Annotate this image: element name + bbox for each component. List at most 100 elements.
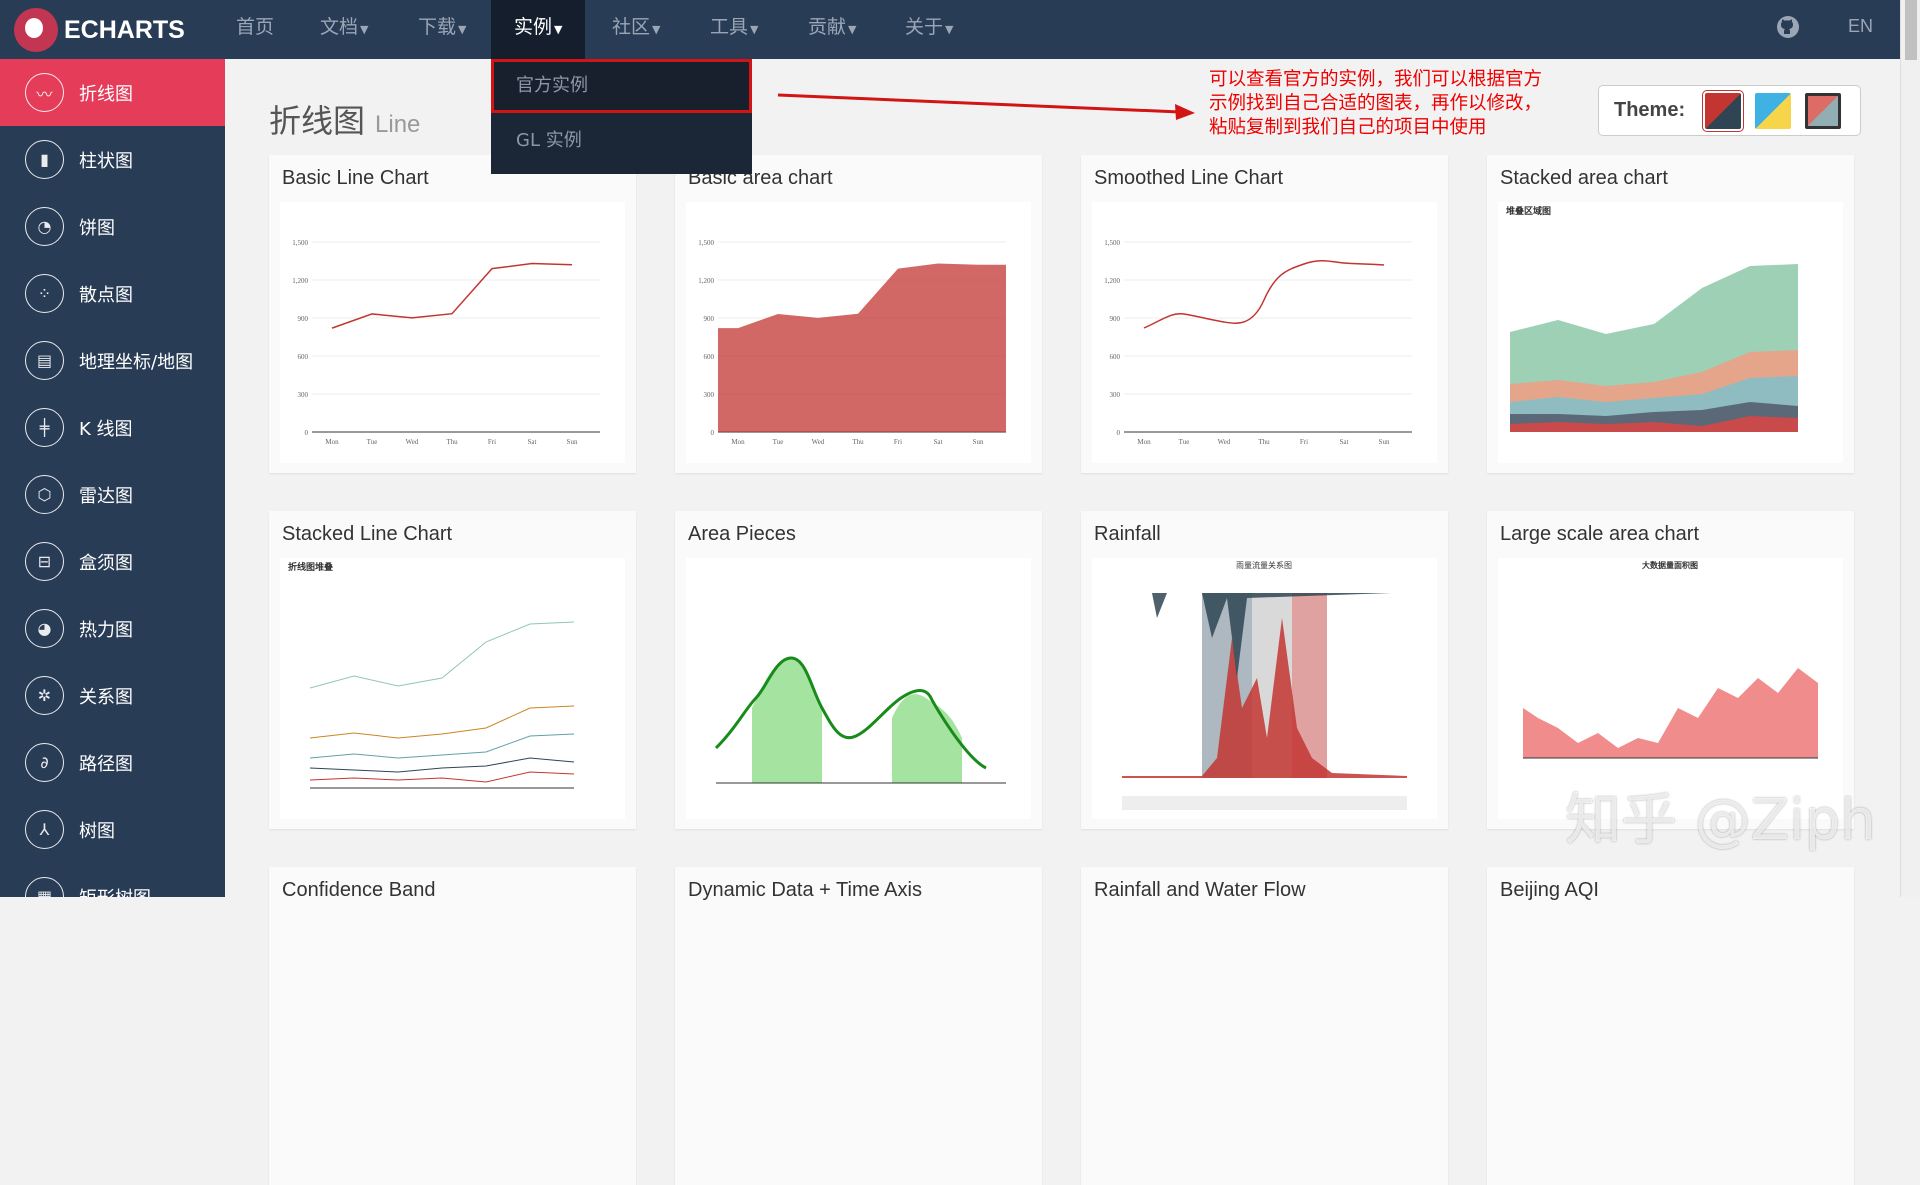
caret-down-icon: ▼ (945, 23, 954, 36)
sidebar-item[interactable]: ▤ 地理坐标/地图 (0, 327, 225, 394)
sidebar-item-label: 树图 (79, 820, 115, 842)
page-title: 折线图 Line (269, 102, 421, 140)
heatmap-icon: ◕ (25, 609, 64, 648)
svg-text:Sun: Sun (567, 438, 578, 446)
example-card[interactable]: Dynamic Data + Time Axis (675, 867, 1042, 1185)
scrollbar-thumb[interactable] (1905, 0, 1917, 60)
nav-home[interactable]: 首页 (236, 0, 274, 59)
logo-icon (14, 8, 58, 52)
chart-thumbnail[interactable]: 堆叠区域图 (1498, 202, 1843, 463)
svg-text:Fri: Fri (488, 438, 496, 446)
card-title[interactable]: Rainfall (1094, 523, 1161, 546)
graph-icon: ✲ (25, 676, 64, 715)
card-title[interactable]: Beijing AQI (1500, 879, 1599, 902)
top-nav: ECHARTS 首页 文档 ▼ 下载 ▼ 实例 ▼ 社区 ▼ 工具 ▼ 贡献 ▼ 关于 ▼ E… (0, 0, 1900, 59)
example-card[interactable]: Stacked Line Chart 折线图堆叠 (269, 511, 636, 829)
svg-text:大数据量面积图: 大数据量面积图 (1642, 560, 1698, 570)
card-title[interactable]: Large scale area chart (1500, 523, 1699, 546)
sidebar-item[interactable]: ⊟ 盒须图 (0, 528, 225, 595)
annotation-note: 可以查看官方的实例，我们可以根据官方示例找到自己合适的图表，再作以修改，粘贴复制… (1209, 69, 1543, 138)
github-icon[interactable] (1776, 15, 1800, 44)
nav-contribute[interactable]: 贡献 ▼ (808, 0, 856, 59)
chart-thumbnail[interactable]: 0 300 600 900 1,200 1,500 Mon Tue Wed Thu Fri Sat Su… (280, 202, 625, 463)
nav-download[interactable]: 下载 ▼ (418, 0, 466, 59)
line-chart-icon: 〰 (25, 73, 64, 112)
sidebar-item-label: 散点图 (79, 284, 133, 306)
svg-text:Sat: Sat (1340, 438, 1349, 446)
chart-thumbnail[interactable]: 0 300 600 900 1,200 1,500 Mon Tue Wed Thu Fri Sat Su… (1092, 202, 1437, 463)
sidebar-item-label: 矩形树图 (79, 884, 151, 898)
svg-text:折线图堆叠: 折线图堆叠 (288, 561, 333, 572)
radar-icon: ⬡ (25, 475, 64, 514)
example-card[interactable]: Beijing AQI (1487, 867, 1854, 1185)
sidebar-item[interactable]: ✲ 关系图 (0, 662, 225, 729)
card-title[interactable]: Dynamic Data + Time Axis (688, 879, 922, 902)
nav-tools[interactable]: 工具 ▼ (710, 0, 758, 59)
language-toggle[interactable]: EN (1848, 16, 1873, 37)
brand-name: ECHARTS (64, 15, 185, 44)
nav-community[interactable]: 社区 ▼ (612, 0, 660, 59)
sidebar-item[interactable]: ∂ 路径图 (0, 729, 225, 796)
example-card[interactable]: Rainfall 雨量流量关系图 (1081, 511, 1448, 829)
caret-down-icon: ▼ (458, 23, 467, 36)
caret-down-icon: ▼ (652, 23, 661, 36)
example-card[interactable]: Area Pieces (675, 511, 1042, 829)
sidebar-item-label: 盒须图 (79, 552, 133, 574)
sidebar-item[interactable]: ╪ K 线图 (0, 394, 225, 461)
svg-text:Mon: Mon (731, 438, 745, 446)
svg-text:600: 600 (704, 353, 715, 361)
card-title[interactable]: Area Pieces (688, 523, 796, 546)
pie-chart-icon: ◔ (25, 207, 64, 246)
svg-text:Thu: Thu (1258, 438, 1270, 446)
sidebar-item[interactable]: ▦ 矩形树图 (0, 863, 225, 897)
sidebar-item-label: 柱状图 (79, 150, 133, 172)
svg-text:Thu: Thu (852, 438, 864, 446)
svg-text:Sun: Sun (1379, 438, 1390, 446)
scrollbar[interactable] (1900, 0, 1920, 897)
echarts-logo[interactable]: ECHARTS (14, 8, 185, 52)
caret-down-icon: ▼ (360, 23, 369, 36)
svg-text:1,500: 1,500 (698, 239, 714, 247)
sidebar-item[interactable]: 〰折线图 (0, 59, 225, 126)
nav-examples[interactable]: 实例 ▼ (491, 0, 586, 59)
example-card[interactable]: Smoothed Line Chart 0 300 600 900 1,200 1,500 M… (1081, 155, 1448, 473)
sidebar-item[interactable]: ⅄ 树图 (0, 796, 225, 863)
example-card[interactable]: Basic Line Chart 0 300 600 900 1,200 1,500 Mon T… (269, 155, 636, 473)
series-area (718, 263, 1006, 432)
theme-default-swatch[interactable] (1702, 89, 1745, 132)
example-card[interactable]: Basic area chart 0 300 600 900 1,200 1,500 Mon T… (675, 155, 1042, 473)
card-title[interactable]: Confidence Band (282, 879, 435, 902)
chart-thumbnail[interactable]: 0 300 600 900 1,200 1,500 Mon Tue Wed Thu Fri Sat Su… (686, 202, 1031, 463)
sidebar-item[interactable]: ⬡ 雷达图 (0, 461, 225, 528)
sidebar-item[interactable]: ◔ 饼图 (0, 193, 225, 260)
card-title[interactable]: Basic Line Chart (282, 167, 429, 190)
nav-docs[interactable]: 文档 ▼ (320, 0, 368, 59)
theme-dark-swatch[interactable] (1805, 92, 1842, 129)
card-title[interactable]: Smoothed Line Chart (1094, 167, 1283, 190)
example-card[interactable]: Rainfall and Water Flow (1081, 867, 1448, 1185)
caret-down-icon: ▼ (554, 23, 563, 36)
sidebar-item-label: 关系图 (79, 686, 133, 708)
dropdown-official-examples[interactable]: 官方实例 (491, 59, 752, 113)
caret-down-icon: ▼ (848, 23, 857, 36)
card-title[interactable]: Stacked area chart (1500, 167, 1668, 190)
svg-text:堆叠区域图: 堆叠区域图 (1506, 205, 1551, 216)
caret-down-icon: ▼ (750, 23, 759, 36)
chart-thumbnail[interactable] (686, 558, 1031, 819)
sidebar-item[interactable]: ◕ 热力图 (0, 595, 225, 662)
theme-light-swatch[interactable] (1755, 92, 1792, 129)
card-title[interactable]: Rainfall and Water Flow (1094, 879, 1306, 902)
example-card[interactable]: Stacked area chart 堆叠区域图 (1487, 155, 1854, 473)
sidebar: 〰折线图 ▮ 柱状图 ◔ 饼图 ⁘ 散点图 ▤ 地理坐标/地图 ╪ K 线图 ⬡ 雷达图 ⊟ 盒须图 ◕ 热力图… (0, 59, 225, 897)
svg-text:Wed: Wed (1218, 438, 1231, 446)
sidebar-item[interactable]: ▮ 柱状图 (0, 126, 225, 193)
chart-thumbnail[interactable]: 折线图堆叠 (280, 558, 625, 819)
dropdown-gl-examples[interactable]: GL 实例 (491, 113, 752, 169)
nav-about[interactable]: 关于 ▼ (905, 0, 953, 59)
example-card[interactable]: Confidence Band (269, 867, 636, 1185)
card-title[interactable]: Stacked Line Chart (282, 523, 452, 546)
chart-thumbnail[interactable]: 雨量流量关系图 (1092, 558, 1437, 819)
svg-text:900: 900 (704, 315, 715, 323)
svg-text:Mon: Mon (325, 438, 339, 446)
sidebar-item[interactable]: ⁘ 散点图 (0, 260, 225, 327)
